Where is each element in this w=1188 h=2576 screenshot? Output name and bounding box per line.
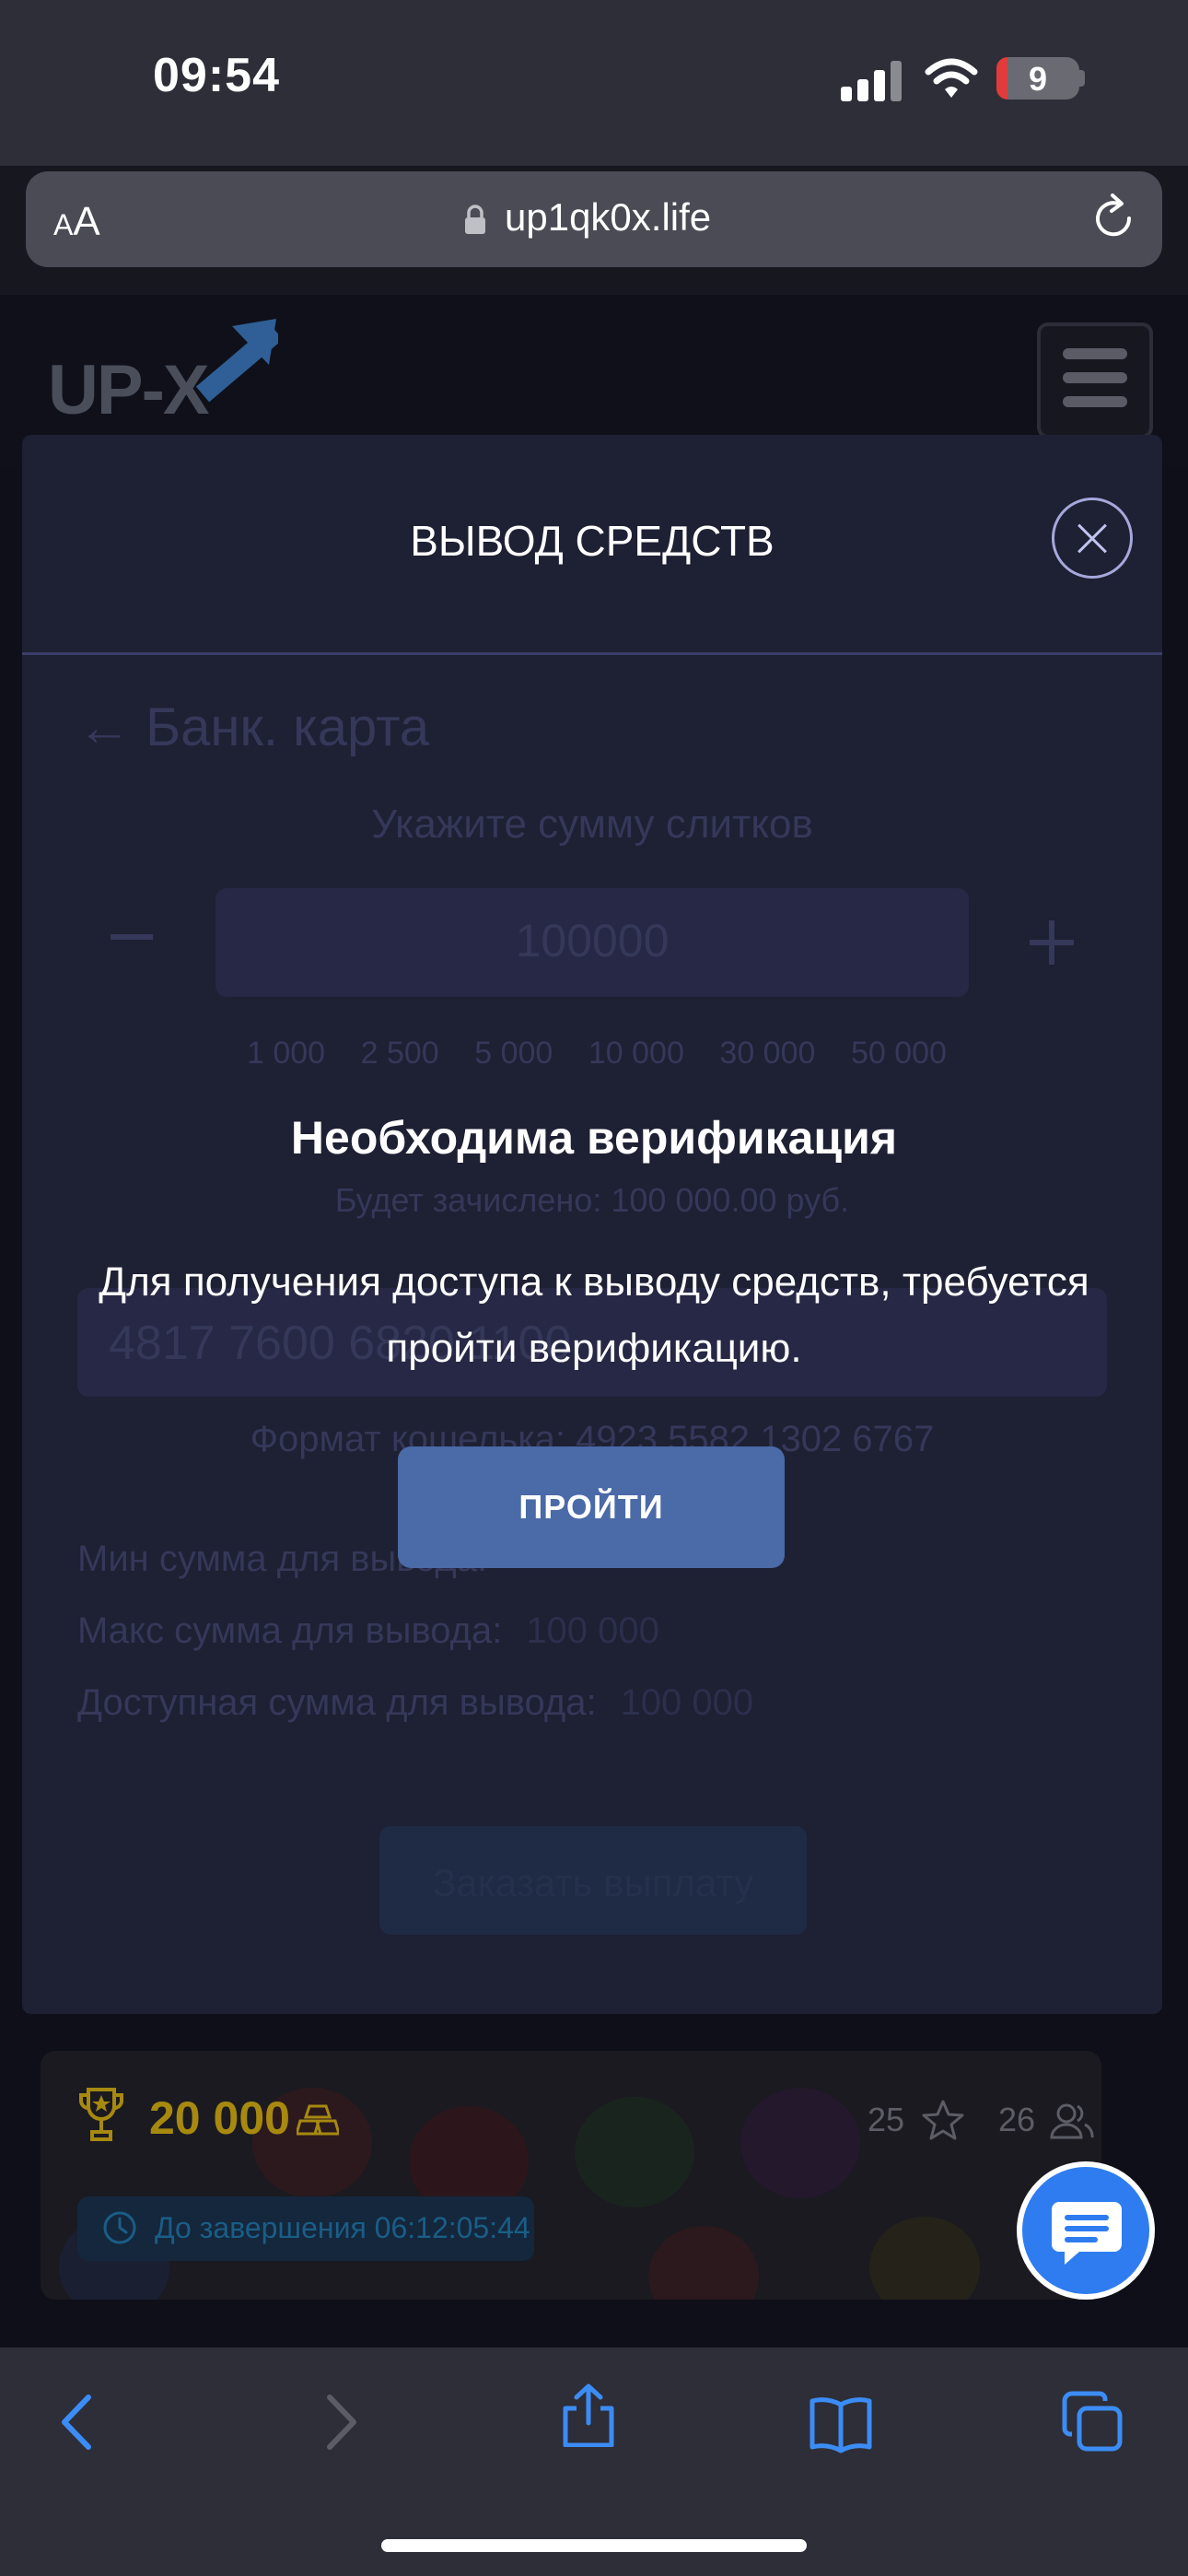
battery-tip [1079,70,1085,87]
available-amount-label: Доступная сумма для вывода: [77,1682,597,1723]
home-indicator [381,2539,807,2552]
fruit-shape [648,2226,759,2300]
max-amount-label: Макс сумма для вывода: [77,1610,503,1651]
order-payout-label: Заказать выплату [432,1861,754,1904]
preset-amount[interactable]: 30 000 [719,1036,815,1071]
tournament-prize: 20 000 [149,2092,290,2144]
increase-amount-button-vertical[interactable] [1049,920,1054,965]
trophy-icon [79,2088,123,2141]
tabs-icon[interactable] [1061,2390,1125,2454]
back-bank-card-link[interactable]: ← Банк. карта [77,697,429,758]
max-amount-value: 100 000 [526,1610,659,1651]
reload-icon[interactable] [1089,193,1138,243]
cellular-signal-icon [841,61,903,101]
status-time: 09:54 [153,49,280,102]
wifi-icon [925,58,978,98]
verification-title: Необходима верификация [290,1112,898,1164]
available-amount-row: Доступная сумма для вывода: 100 000 [77,1682,753,1724]
credit-amount-text: Будет зачислено: 100 000.00 руб. [334,1181,850,1219]
withdrawal-dialog [22,435,1162,2014]
fruit-shape [575,2097,694,2207]
participants-count: 26 [998,2101,1036,2138]
hamburger-menu-icon[interactable] [1037,322,1153,439]
bookmarks-icon[interactable] [809,2392,873,2456]
dialog-divider [22,652,1162,655]
decrease-amount-button[interactable] [111,934,153,940]
close-icon[interactable] [1052,498,1133,579]
back-icon[interactable] [48,2390,112,2454]
gold-bars-icon [297,2104,339,2136]
amount-label: Укажите сумму слитков [371,802,813,847]
chat-icon [1052,2202,1122,2265]
preset-amount[interactable]: 10 000 [588,1036,684,1071]
share-icon[interactable] [556,2383,621,2447]
dialog-title: ВЫВОД СРЕДСТВ [410,517,775,565]
battery-icon: 9 [996,57,1079,100]
preset-amount[interactable]: 2 500 [361,1036,439,1071]
fruit-shape [740,2088,860,2198]
max-amount-row: Макс сумма для вывода: 100 000 [77,1610,659,1652]
preset-amount[interactable]: 50 000 [851,1036,947,1071]
text-size-small-a: A [53,208,74,241]
forward-icon[interactable] [306,2390,370,2454]
fruit-shape [869,2217,980,2300]
verification-text: Для получения доступа к выводу средств, … [99,1259,1089,1371]
available-amount-value: 100 000 [620,1682,754,1723]
preset-amount[interactable]: 5 000 [474,1036,553,1071]
tournament-card[interactable] [41,2051,1101,2300]
preset-amount[interactable]: 1 000 [247,1036,325,1071]
battery-percent: 9 [1028,60,1048,98]
text-size-button[interactable]: AA [53,199,100,245]
stars-count: 25 [868,2101,905,2138]
verify-button[interactable]: ПРОЙТИ [398,1446,785,1568]
logo-arrow-icon [195,319,278,403]
text-size-large-a: A [73,199,100,244]
clock-icon [103,2211,136,2244]
users-icon [1050,2103,1094,2139]
lock-icon [465,205,485,234]
amount-presets: 1 000 2 500 5 000 10 000 30 000 50 000 [247,1036,947,1071]
url-text[interactable]: up1qk0x.life [505,195,711,240]
amount-value[interactable]: 100000 [215,914,969,967]
star-icon [922,2100,964,2140]
timer-text: До завершения 06:12:05:44 [155,2211,530,2244]
